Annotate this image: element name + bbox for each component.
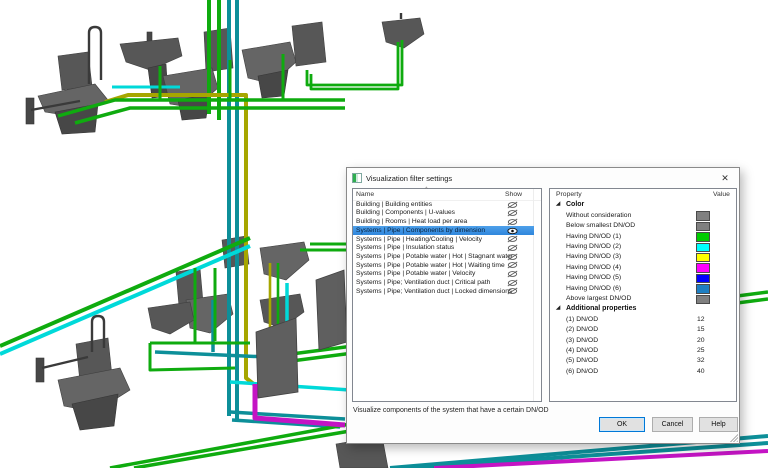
property-group-header[interactable]: ◢ Color (550, 200, 736, 210)
property-label: (4) DN/OD (566, 347, 598, 354)
property-value[interactable]: 15 (697, 326, 705, 333)
collapse-triangle-icon: ◢ (556, 305, 560, 311)
color-swatch[interactable] (696, 284, 710, 294)
property-label: (1) DN/OD (566, 316, 598, 323)
app-window: Visualization filter settings ✕ Name ^ S… (0, 0, 768, 468)
filter-row-label: Systems | Pipe | Potable water | Hot | W… (356, 262, 505, 269)
color-swatch[interactable] (696, 222, 710, 232)
property-group-label: Color (566, 201, 584, 208)
filter-row-label: Building | Components | U-values (356, 209, 455, 216)
filter-list-rows: Building | Building entitiesBuilding | C… (353, 200, 541, 296)
property-label: Having DN/OD (4) (566, 264, 621, 271)
filter-row-label: Systems | Pipe | Potable water | Velocit… (356, 270, 475, 277)
color-property-row[interactable]: Having DN/OD (3) (550, 252, 736, 262)
filter-row-label: Systems | Pipe | Components by dimension (356, 227, 485, 234)
property-grid-header: Property Value (550, 189, 736, 200)
close-icon[interactable]: ✕ (716, 170, 734, 186)
status-text: Visualize components of the system that … (353, 407, 549, 414)
filter-row[interactable]: Systems | Pipe | Heating/Cooling | Veloc… (353, 235, 541, 244)
color-property-row[interactable]: Having DN/OD (2) (550, 242, 736, 252)
filter-row[interactable]: Building | Rooms | Heat load per area (353, 217, 541, 226)
sort-ascending-indicator: ^ (425, 187, 428, 193)
color-property-row[interactable]: Above largest DN/OD (550, 294, 736, 304)
property-value[interactable]: 20 (697, 337, 705, 344)
resize-grip[interactable] (729, 433, 738, 442)
value-property-row[interactable]: (4) DN/OD 25 (550, 345, 736, 355)
filter-row[interactable]: Systems | Pipe; Ventilation duct | Criti… (353, 278, 541, 287)
color-swatch[interactable] (696, 253, 710, 263)
value-property-row[interactable]: (6) DN/OD 40 (550, 366, 736, 376)
help-button[interactable]: Help (699, 417, 738, 432)
property-grid: Property Value ◢ Color Without considerati… (549, 188, 737, 402)
visualization-filter-settings-dialog: Visualization filter settings ✕ Name ^ S… (346, 167, 740, 444)
color-property-row[interactable]: Without consideration (550, 210, 736, 220)
color-swatch[interactable] (696, 211, 710, 221)
column-header-property: Property (556, 191, 582, 198)
color-property-row[interactable]: Below smallest DN/OD (550, 221, 736, 231)
property-rows: ◢ Color Without consideration Below smalles… (550, 200, 736, 377)
filter-row[interactable]: Systems | Pipe | Potable water | Hot | W… (353, 261, 541, 270)
value-property-row[interactable]: (5) DN/OD 32 (550, 356, 736, 366)
property-label: (5) DN/OD (566, 357, 598, 364)
property-label: Above largest DN/OD (566, 295, 631, 302)
property-label: Without consideration (566, 212, 631, 219)
color-property-row[interactable]: Having DN/OD (5) (550, 273, 736, 283)
filter-row[interactable]: Systems | Pipe | Insulation status (353, 243, 541, 252)
column-header-show[interactable]: Show (505, 191, 522, 198)
filter-row[interactable]: Systems | Pipe; Ventilation duct | Locke… (353, 287, 541, 296)
column-header-value: Value (713, 191, 730, 198)
color-swatch[interactable] (696, 295, 710, 305)
filter-row[interactable]: Building | Building entities (353, 200, 541, 209)
property-label: Having DN/OD (3) (566, 253, 621, 260)
filter-row[interactable]: Systems | Pipe | Components by dimension (353, 226, 534, 235)
property-value[interactable]: 32 (697, 357, 705, 364)
property-label: (6) DN/OD (566, 368, 598, 375)
filter-row[interactable]: Systems | Pipe | Potable water | Hot | S… (353, 252, 541, 261)
dialog-title-bar[interactable]: Visualization filter settings ✕ (347, 168, 739, 188)
value-property-row[interactable]: (1) DN/OD 12 (550, 314, 736, 324)
property-label: Having DN/OD (2) (566, 243, 621, 250)
cancel-button[interactable]: Cancel (652, 417, 693, 432)
property-label: Having DN/OD (6) (566, 285, 621, 292)
filter-row[interactable]: Systems | Pipe | Potable water | Velocit… (353, 270, 541, 279)
color-swatch[interactable] (696, 274, 710, 284)
dialog-title: Visualization filter settings (366, 174, 452, 183)
color-property-row[interactable]: Having DN/OD (6) (550, 283, 736, 293)
property-label: Having DN/OD (1) (566, 233, 621, 240)
filter-row-label: Building | Building entities (356, 201, 432, 208)
ok-button[interactable]: OK (599, 417, 645, 432)
filter-row-label: Systems | Pipe | Insulation status (356, 244, 454, 251)
filter-row[interactable]: Building | Components | U-values (353, 209, 541, 218)
color-swatch[interactable] (696, 263, 710, 273)
property-value[interactable]: 25 (697, 347, 705, 354)
property-label: Having DN/OD (5) (566, 274, 621, 281)
color-swatch[interactable] (696, 243, 710, 253)
property-group-header[interactable]: ◢ Additional properties (550, 304, 736, 314)
property-value[interactable]: 40 (697, 368, 705, 375)
color-swatch[interactable] (696, 232, 710, 242)
value-property-row[interactable]: (3) DN/OD 20 (550, 335, 736, 345)
filter-row-label: Building | Rooms | Heat load per area (356, 218, 467, 225)
color-property-row[interactable]: Having DN/OD (4) (550, 262, 736, 272)
property-value[interactable]: 12 (697, 316, 705, 323)
filter-row-label: Systems | Pipe | Heating/Cooling | Veloc… (356, 236, 482, 243)
property-group-label: Additional properties (566, 305, 636, 312)
app-icon (352, 173, 362, 183)
color-property-row[interactable]: Having DN/OD (1) (550, 231, 736, 241)
value-property-row[interactable]: (2) DN/OD 15 (550, 325, 736, 335)
property-label: (2) DN/OD (566, 326, 598, 333)
filter-row-label: Systems | Pipe; Ventilation duct | Locke… (356, 288, 512, 295)
collapse-triangle-icon: ◢ (556, 201, 560, 207)
eye-off-icon[interactable] (504, 287, 520, 297)
filter-list: Name ^ Show Building | Building entities… (352, 188, 542, 402)
filter-row-label: Systems | Pipe; Ventilation duct | Criti… (356, 279, 490, 286)
filter-row-label: Systems | Pipe | Potable water | Hot | S… (356, 253, 513, 260)
column-header-name[interactable]: Name (356, 191, 374, 198)
property-label: (3) DN/OD (566, 337, 598, 344)
property-label: Below smallest DN/OD (566, 222, 635, 229)
